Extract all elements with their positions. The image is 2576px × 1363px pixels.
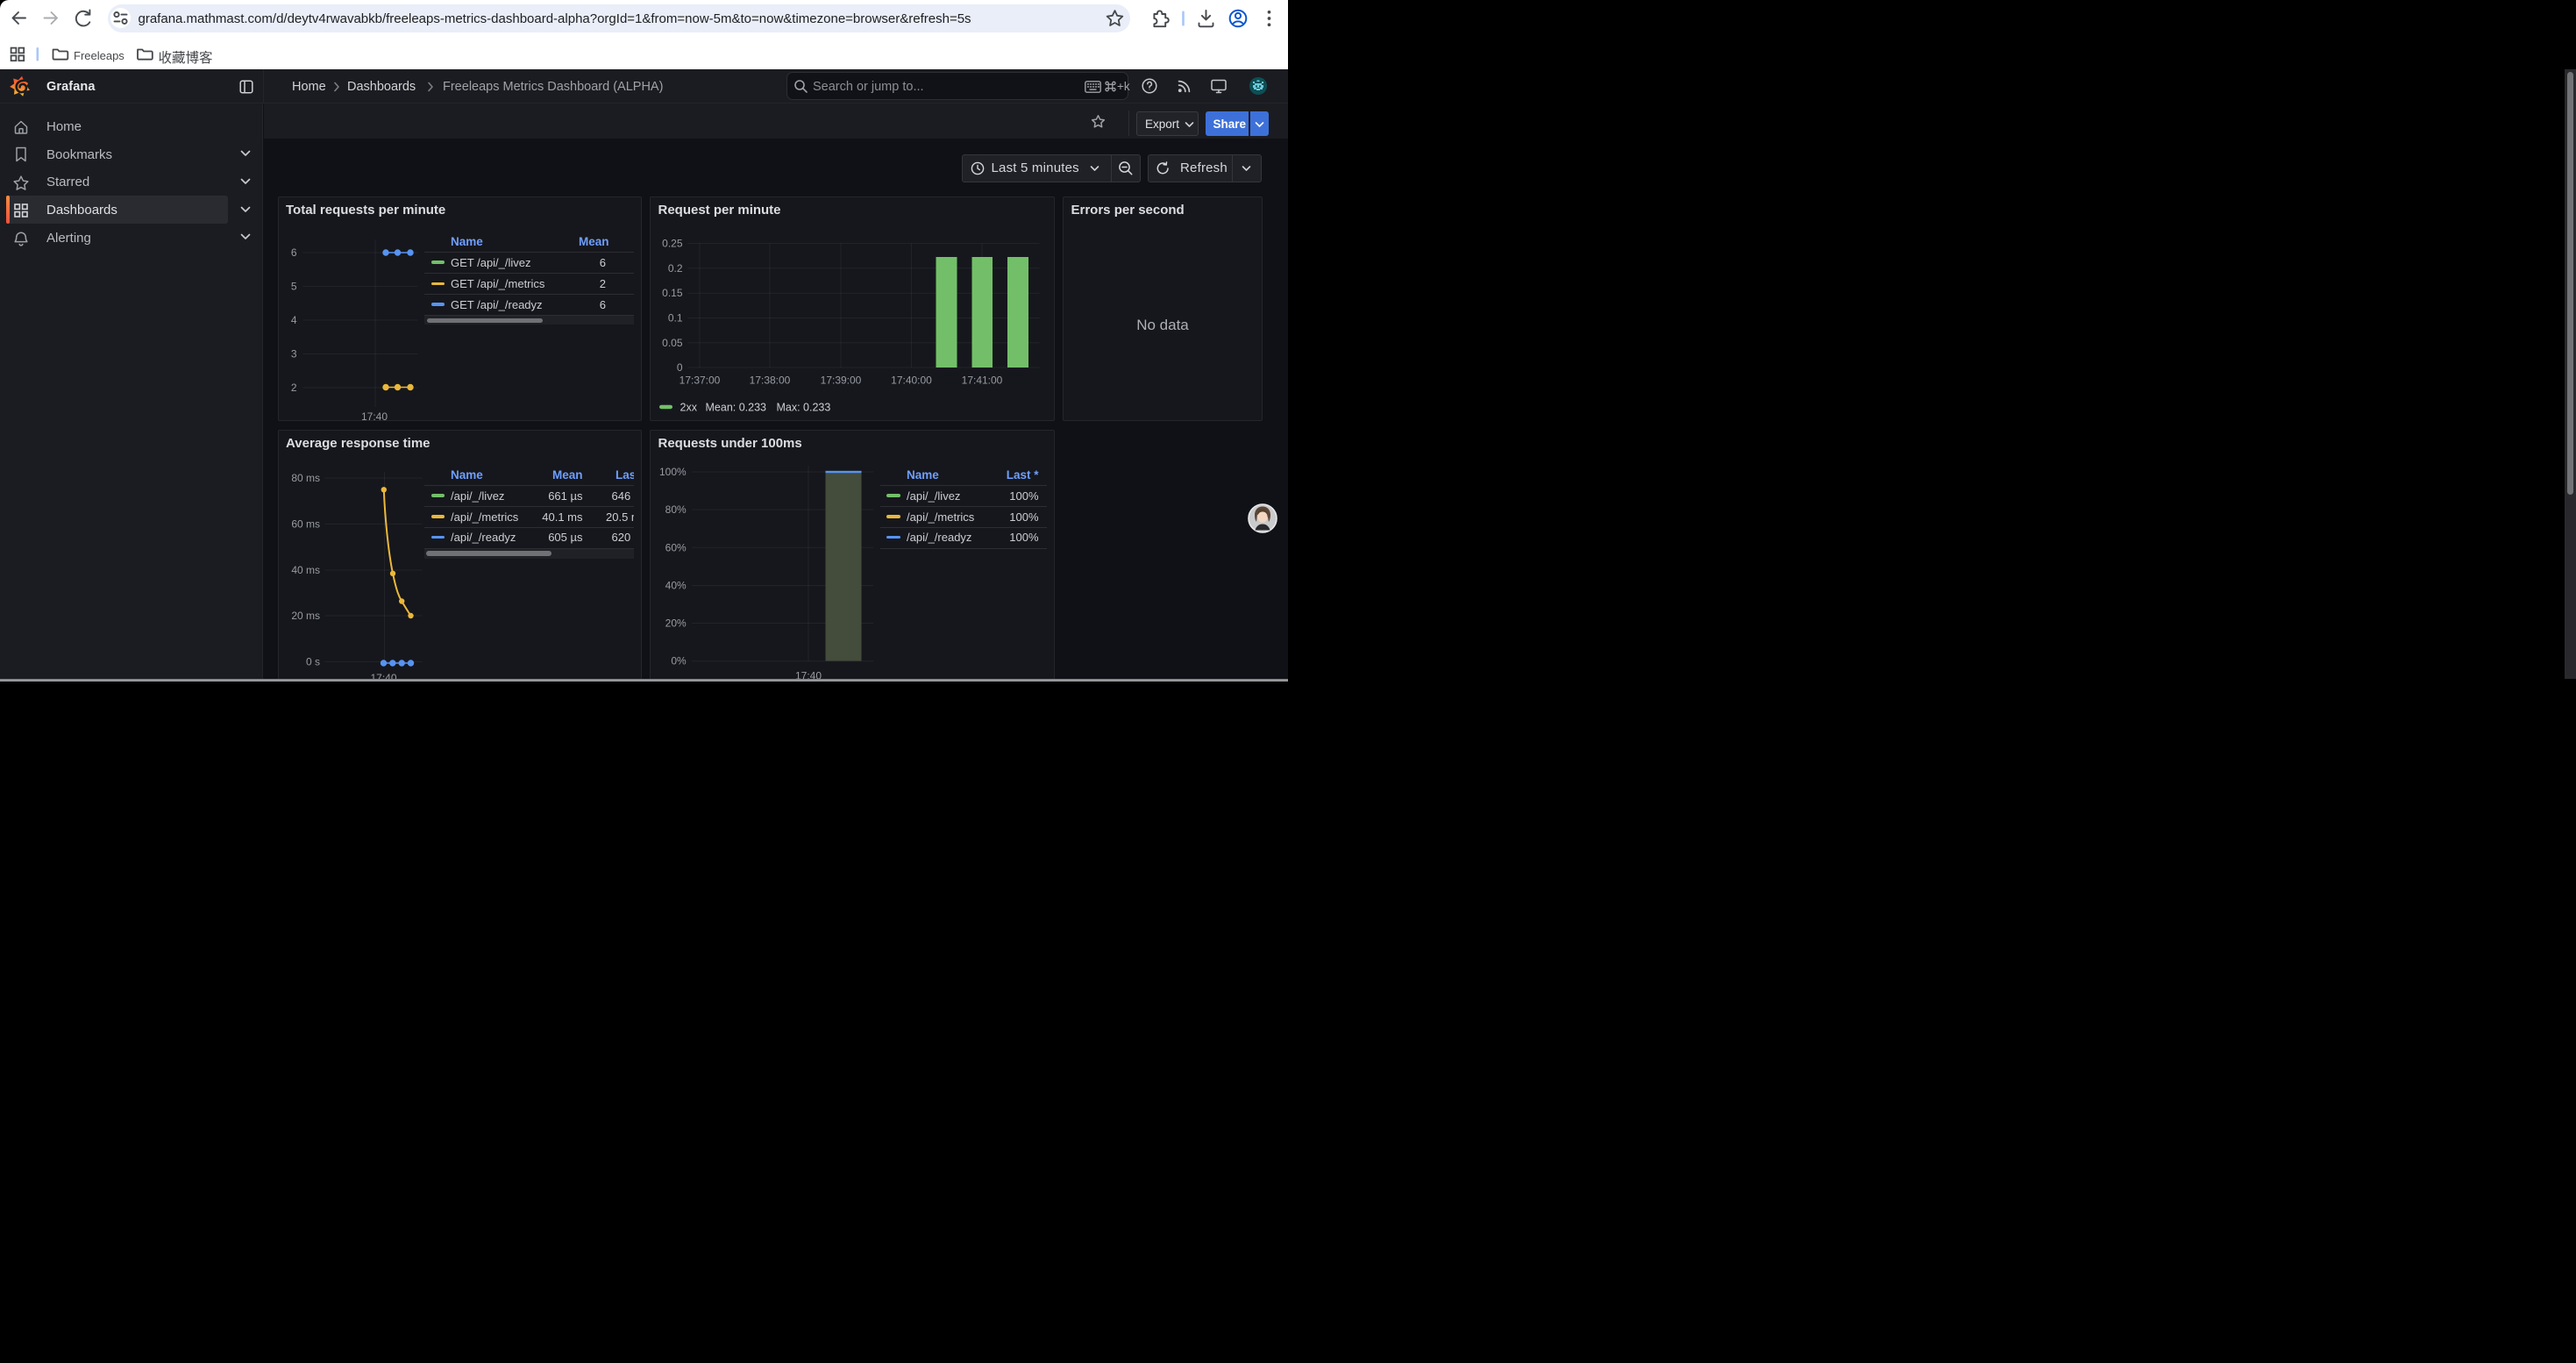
svg-text:5: 5	[290, 280, 296, 292]
svg-text:80%: 80%	[665, 503, 687, 516]
svg-text:40 ms: 40 ms	[291, 564, 320, 576]
svg-text:Mean: 0.233: Mean: 0.233	[706, 401, 767, 413]
svg-text:4: 4	[290, 314, 296, 326]
svg-text:0%: 0%	[671, 654, 687, 667]
svg-text:0 s: 0 s	[305, 655, 319, 667]
svg-text:2: 2	[290, 382, 296, 394]
svg-text:0.15: 0.15	[662, 287, 683, 299]
svg-text:40%: 40%	[665, 579, 687, 591]
svg-text:0: 0	[677, 361, 683, 374]
svg-text:17:37:00: 17:37:00	[680, 374, 721, 386]
svg-text:100%: 100%	[659, 466, 687, 478]
svg-text:3: 3	[290, 347, 296, 360]
svg-text:17:38:00: 17:38:00	[750, 374, 791, 386]
svg-text:0.2: 0.2	[668, 261, 683, 274]
svg-text:17:40: 17:40	[795, 669, 822, 679]
svg-text:0.05: 0.05	[662, 336, 683, 348]
svg-text:0.1: 0.1	[668, 311, 683, 324]
svg-text:17:40:00: 17:40:00	[891, 374, 932, 386]
svg-text:Max: 0.233: Max: 0.233	[777, 401, 831, 413]
svg-text:17:40: 17:40	[360, 410, 387, 422]
svg-text:2xx: 2xx	[680, 401, 698, 413]
svg-text:20%: 20%	[665, 617, 687, 629]
svg-text:6: 6	[290, 246, 296, 259]
svg-text:17:40: 17:40	[370, 672, 396, 680]
svg-text:17:39:00: 17:39:00	[821, 374, 862, 386]
svg-text:60 ms: 60 ms	[291, 517, 320, 530]
svg-text:20 ms: 20 ms	[291, 610, 320, 622]
svg-text:80 ms: 80 ms	[291, 472, 320, 484]
svg-text:0.25: 0.25	[662, 237, 683, 249]
svg-text:17:41:00: 17:41:00	[962, 374, 1003, 386]
svg-text:60%: 60%	[665, 541, 687, 553]
